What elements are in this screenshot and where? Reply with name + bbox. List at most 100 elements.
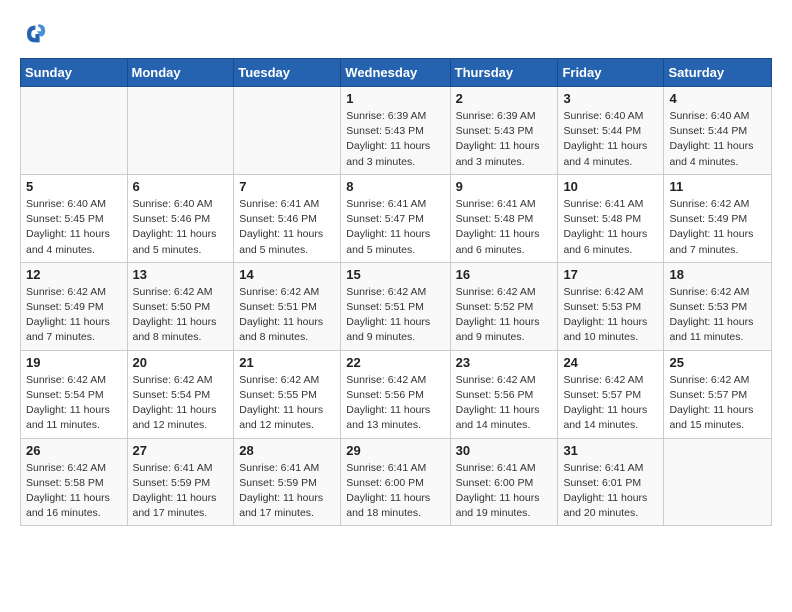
calendar-week-1: 1Sunrise: 6:39 AM Sunset: 5:43 PM Daylig…	[21, 87, 772, 175]
calendar-cell: 24 Sunrise: 6:42 AM Sunset: 5:57 PM Dayli…	[558, 350, 664, 438]
day-info: Sunrise: 6:40 AM Sunset: 5:44 PM Dayligh…	[563, 109, 658, 170]
day-info: Sunrise: 6:41 AM Sunset: 5:47 PM Dayligh…	[346, 197, 444, 258]
weekday-header-friday: Friday	[558, 59, 664, 87]
day-info: Sunrise: 6:42 AM Sunset: 5:50 PM Dayligh…	[133, 285, 229, 346]
day-info: Sunrise: 6:42 AM Sunset: 5:54 PM Dayligh…	[26, 373, 122, 434]
calendar-week-4: 19 Sunrise: 6:42 AM Sunset: 5:54 PM Dayli…	[21, 350, 772, 438]
calendar-cell: 7 Sunrise: 6:41 AM Sunset: 5:46 PM Daylig…	[234, 174, 341, 262]
calendar-cell: 6 Sunrise: 6:40 AM Sunset: 5:46 PM Daylig…	[127, 174, 234, 262]
day-number: 13	[133, 267, 229, 282]
day-number: 27	[133, 443, 229, 458]
weekday-header-row: SundayMondayTuesdayWednesdayThursdayFrid…	[21, 59, 772, 87]
calendar-table: SundayMondayTuesdayWednesdayThursdayFrid…	[20, 58, 772, 526]
calendar-cell: 15Sunrise: 6:42 AM Sunset: 5:51 PM Dayli…	[341, 262, 450, 350]
day-number: 2	[456, 91, 553, 106]
day-number: 4	[669, 91, 766, 106]
day-info: Sunrise: 6:40 AM Sunset: 5:44 PM Dayligh…	[669, 109, 766, 170]
calendar-cell: 4 Sunrise: 6:40 AM Sunset: 5:44 PM Daylig…	[664, 87, 772, 175]
day-number: 24	[563, 355, 658, 370]
day-info: Sunrise: 6:42 AM Sunset: 5:56 PM Dayligh…	[456, 373, 553, 434]
day-info: Sunrise: 6:41 AM Sunset: 5:59 PM Dayligh…	[133, 461, 229, 522]
day-info: Sunrise: 6:42 AM Sunset: 5:57 PM Dayligh…	[669, 373, 766, 434]
day-number: 17	[563, 267, 658, 282]
logo	[20, 20, 52, 48]
weekday-header-monday: Monday	[127, 59, 234, 87]
calendar-cell: 3 Sunrise: 6:40 AM Sunset: 5:44 PM Daylig…	[558, 87, 664, 175]
calendar-cell: 20 Sunrise: 6:42 AM Sunset: 5:54 PM Dayli…	[127, 350, 234, 438]
day-number: 12	[26, 267, 122, 282]
day-info: Sunrise: 6:42 AM Sunset: 5:51 PM Dayligh…	[239, 285, 335, 346]
day-number: 29	[346, 443, 444, 458]
calendar-cell: 8 Sunrise: 6:41 AM Sunset: 5:47 PM Daylig…	[341, 174, 450, 262]
day-info: Sunrise: 6:42 AM Sunset: 5:49 PM Dayligh…	[26, 285, 122, 346]
calendar-cell: 25 Sunrise: 6:42 AM Sunset: 5:57 PM Dayli…	[664, 350, 772, 438]
day-number: 18	[669, 267, 766, 282]
day-number: 21	[239, 355, 335, 370]
day-number: 22	[346, 355, 444, 370]
day-number: 31	[563, 443, 658, 458]
calendar-cell: 28 Sunrise: 6:41 AM Sunset: 5:59 PM Dayli…	[234, 438, 341, 526]
day-number: 6	[133, 179, 229, 194]
day-info: Sunrise: 6:41 AM Sunset: 5:48 PM Dayligh…	[563, 197, 658, 258]
day-number: 30	[456, 443, 553, 458]
day-info: Sunrise: 6:42 AM Sunset: 5:51 PM Dayligh…	[346, 285, 444, 346]
calendar-week-3: 12 Sunrise: 6:42 AM Sunset: 5:49 PM Dayli…	[21, 262, 772, 350]
day-number: 19	[26, 355, 122, 370]
calendar-cell: 29Sunrise: 6:41 AM Sunset: 6:00 PM Dayli…	[341, 438, 450, 526]
day-info: Sunrise: 6:41 AM Sunset: 5:46 PM Dayligh…	[239, 197, 335, 258]
day-info: Sunrise: 6:40 AM Sunset: 5:45 PM Dayligh…	[26, 197, 122, 258]
calendar-cell: 27 Sunrise: 6:41 AM Sunset: 5:59 PM Dayli…	[127, 438, 234, 526]
calendar-cell: 16 Sunrise: 6:42 AM Sunset: 5:52 PM Dayli…	[450, 262, 558, 350]
day-number: 10	[563, 179, 658, 194]
day-info: Sunrise: 6:42 AM Sunset: 5:53 PM Dayligh…	[669, 285, 766, 346]
weekday-header-sunday: Sunday	[21, 59, 128, 87]
day-info: Sunrise: 6:42 AM Sunset: 5:57 PM Dayligh…	[563, 373, 658, 434]
day-info: Sunrise: 6:42 AM Sunset: 5:49 PM Dayligh…	[669, 197, 766, 258]
weekday-header-thursday: Thursday	[450, 59, 558, 87]
calendar-cell	[127, 87, 234, 175]
day-number: 20	[133, 355, 229, 370]
day-info: Sunrise: 6:42 AM Sunset: 5:56 PM Dayligh…	[346, 373, 444, 434]
calendar-cell: 2Sunrise: 6:39 AM Sunset: 5:43 PM Daylig…	[450, 87, 558, 175]
page-header	[20, 20, 772, 48]
calendar-cell: 18 Sunrise: 6:42 AM Sunset: 5:53 PM Dayli…	[664, 262, 772, 350]
calendar-cell: 22 Sunrise: 6:42 AM Sunset: 5:56 PM Dayli…	[341, 350, 450, 438]
calendar-cell: 14 Sunrise: 6:42 AM Sunset: 5:51 PM Dayli…	[234, 262, 341, 350]
calendar-cell: 5 Sunrise: 6:40 AM Sunset: 5:45 PM Daylig…	[21, 174, 128, 262]
weekday-header-saturday: Saturday	[664, 59, 772, 87]
day-info: Sunrise: 6:41 AM Sunset: 6:00 PM Dayligh…	[456, 461, 553, 522]
day-info: Sunrise: 6:41 AM Sunset: 6:01 PM Dayligh…	[563, 461, 658, 522]
day-info: Sunrise: 6:42 AM Sunset: 5:54 PM Dayligh…	[133, 373, 229, 434]
day-number: 5	[26, 179, 122, 194]
day-number: 3	[563, 91, 658, 106]
day-number: 14	[239, 267, 335, 282]
calendar-cell: 11 Sunrise: 6:42 AM Sunset: 5:49 PM Dayli…	[664, 174, 772, 262]
calendar-cell: 26Sunrise: 6:42 AM Sunset: 5:58 PM Dayli…	[21, 438, 128, 526]
day-info: Sunrise: 6:41 AM Sunset: 5:59 PM Dayligh…	[239, 461, 335, 522]
calendar-cell: 31 Sunrise: 6:41 AM Sunset: 6:01 PM Dayli…	[558, 438, 664, 526]
calendar-cell	[234, 87, 341, 175]
day-number: 11	[669, 179, 766, 194]
calendar-week-2: 5 Sunrise: 6:40 AM Sunset: 5:45 PM Daylig…	[21, 174, 772, 262]
day-number: 25	[669, 355, 766, 370]
calendar-week-5: 26Sunrise: 6:42 AM Sunset: 5:58 PM Dayli…	[21, 438, 772, 526]
day-info: Sunrise: 6:41 AM Sunset: 5:48 PM Dayligh…	[456, 197, 553, 258]
day-number: 28	[239, 443, 335, 458]
calendar-cell: 19 Sunrise: 6:42 AM Sunset: 5:54 PM Dayli…	[21, 350, 128, 438]
calendar-cell: 30 Sunrise: 6:41 AM Sunset: 6:00 PM Dayli…	[450, 438, 558, 526]
day-number: 7	[239, 179, 335, 194]
day-number: 26	[26, 443, 122, 458]
day-number: 8	[346, 179, 444, 194]
day-number: 23	[456, 355, 553, 370]
day-info: Sunrise: 6:42 AM Sunset: 5:55 PM Dayligh…	[239, 373, 335, 434]
calendar-cell: 9Sunrise: 6:41 AM Sunset: 5:48 PM Daylig…	[450, 174, 558, 262]
calendar-cell: 23 Sunrise: 6:42 AM Sunset: 5:56 PM Dayli…	[450, 350, 558, 438]
calendar-cell	[21, 87, 128, 175]
day-number: 16	[456, 267, 553, 282]
weekday-header-wednesday: Wednesday	[341, 59, 450, 87]
calendar-cell: 12 Sunrise: 6:42 AM Sunset: 5:49 PM Dayli…	[21, 262, 128, 350]
day-info: Sunrise: 6:42 AM Sunset: 5:52 PM Dayligh…	[456, 285, 553, 346]
day-info: Sunrise: 6:39 AM Sunset: 5:43 PM Dayligh…	[346, 109, 444, 170]
day-info: Sunrise: 6:40 AM Sunset: 5:46 PM Dayligh…	[133, 197, 229, 258]
day-info: Sunrise: 6:42 AM Sunset: 5:53 PM Dayligh…	[563, 285, 658, 346]
